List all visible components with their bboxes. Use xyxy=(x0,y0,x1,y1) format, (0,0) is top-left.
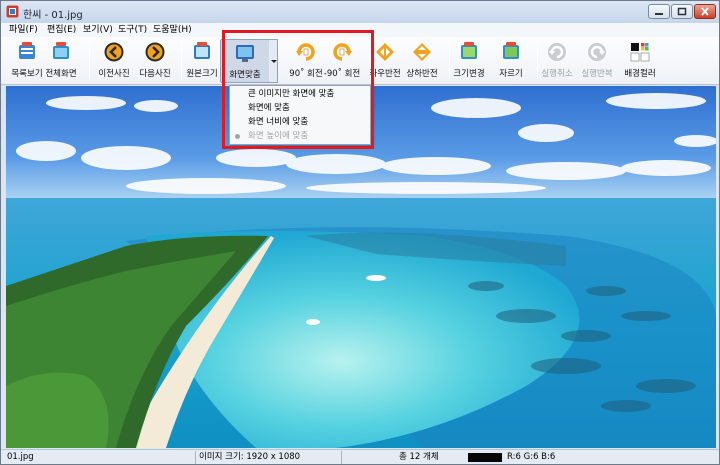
pixel-color-swatch xyxy=(468,453,502,462)
background-color-label: 배경컬러 xyxy=(624,69,656,79)
flip-vertical-label: 상하반전 xyxy=(406,69,438,79)
menu-bar: 파일(F) 편집(E) 보기(V) 도구(T) 도움말(H) xyxy=(1,23,719,37)
fit-screen-dropdown-button[interactable] xyxy=(269,39,278,83)
rotate-ccw-icon xyxy=(333,43,352,61)
fit-screen-item[interactable]: 화면에 맞춤 xyxy=(230,101,370,115)
status-filename: 01.jpg xyxy=(7,452,34,462)
previous-icon xyxy=(104,42,124,62)
maximize-button[interactable] xyxy=(671,4,693,19)
undo-icon xyxy=(548,43,566,61)
rotate-cw-icon xyxy=(296,43,315,61)
fullscreen-button[interactable]: 전체화면 xyxy=(36,39,86,83)
radio-check-icon xyxy=(235,134,240,139)
app-window: 한씨 - 01.jpg 파일(F) 편집(E) 보기(V) 도구(T) 도움말(… xyxy=(0,0,720,465)
fit-height-label: 화면 높이에 맞춤 xyxy=(248,131,309,141)
crop-label: 자르기 xyxy=(499,69,523,79)
fit-height-item[interactable]: 화면 높이에 맞춤 xyxy=(230,129,370,143)
resize-icon xyxy=(461,42,477,59)
window-title: 한씨 - 01.jpg xyxy=(23,10,83,21)
next-icon xyxy=(145,42,165,62)
next-label: 다음사진 xyxy=(139,69,171,79)
status-bar: 01.jpg 이미지 크기: 1920 x 1080 총 12 개체 R:6 G… xyxy=(1,449,719,464)
minimize-button[interactable] xyxy=(648,4,670,19)
flip-vertical-icon xyxy=(413,43,431,61)
status-divider xyxy=(341,451,342,464)
flip-vertical-button[interactable]: 상하반전 xyxy=(397,39,447,83)
fullscreen-icon xyxy=(53,42,69,59)
menu-tools[interactable]: 도구(T) xyxy=(118,23,147,37)
close-button[interactable] xyxy=(694,4,716,19)
redo-icon xyxy=(588,43,606,61)
list-view-icon xyxy=(19,42,35,59)
minimize-icon xyxy=(655,12,663,15)
title-bar[interactable]: 한씨 - 01.jpg xyxy=(1,1,719,23)
status-count: 총 12 개체 xyxy=(399,452,439,462)
close-icon xyxy=(701,7,709,16)
crop-icon xyxy=(503,42,519,59)
fit-screen-label: 화면맞춤 xyxy=(229,70,261,80)
background-color-button[interactable]: 배경컬러 xyxy=(615,39,665,83)
flip-horizontal-icon xyxy=(376,43,394,61)
status-divider xyxy=(195,451,196,464)
fit-large-only-item[interactable]: 큰 이미지만 화면에 맞춤 xyxy=(230,87,370,101)
app-icon xyxy=(6,5,19,18)
background-color-icon xyxy=(630,43,650,62)
original-size-icon xyxy=(194,42,210,59)
fit-width-item[interactable]: 화면 너비에 맞춤 xyxy=(230,115,370,129)
fit-screen-icon xyxy=(236,45,254,62)
fit-screen-button[interactable]: 화면맞춤 xyxy=(220,39,270,83)
menu-file[interactable]: 파일(F) xyxy=(9,23,38,37)
fit-screen-dropdown-menu: 큰 이미지만 화면에 맞춤 화면에 맞춤 화면 너비에 맞춤 화면 높이에 맞춤 xyxy=(229,85,371,145)
menu-view[interactable]: 보기(V) xyxy=(83,23,113,37)
menu-edit[interactable]: 편집(E) xyxy=(47,23,76,37)
toolbar: 목록보기 전체화면 이전사진 다음사진 원본크기 화면맞춤 90˚ 회전 -90… xyxy=(1,37,719,85)
maximize-icon xyxy=(677,7,687,16)
status-rgb: R:6 G:6 B:6 xyxy=(507,452,556,462)
crop-button[interactable]: 자르기 xyxy=(486,39,536,83)
next-photo-button[interactable]: 다음사진 xyxy=(130,39,180,83)
status-image-size: 이미지 크기: 1920 x 1080 xyxy=(199,452,301,462)
menu-help[interactable]: 도움말(H) xyxy=(153,23,192,37)
fullscreen-label: 전체화면 xyxy=(45,69,77,79)
chevron-down-icon xyxy=(271,60,277,63)
